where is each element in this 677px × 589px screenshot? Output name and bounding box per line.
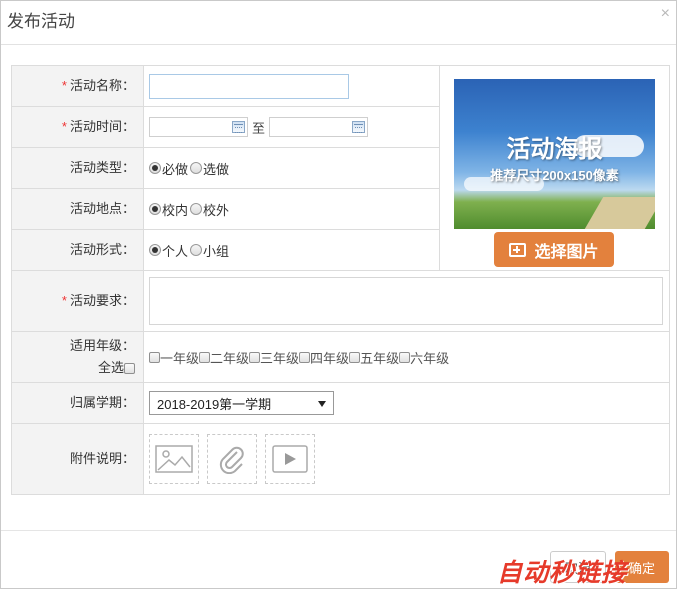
activity-name-input[interactable]	[149, 73, 349, 99]
watermark-text: 自动秒链接	[497, 559, 628, 587]
publish-activity-dialog: 发布活动 × * 活动名称： 活动海报 推荐尺寸200x150像素 选择图片 * 活…	[0, 0, 677, 589]
required-mark: *	[61, 78, 67, 93]
attach-image-button[interactable]	[149, 434, 199, 484]
time-separator: 至	[252, 120, 266, 136]
form-label: 活动形式：	[11, 229, 144, 271]
activity-form: * 活动名称： 活动海报 推荐尺寸200x150像素 选择图片 * 活动时间： 至	[11, 65, 670, 495]
place-outside-radio[interactable]	[190, 203, 203, 215]
place-outside-label: 校外	[203, 202, 230, 218]
type-optional-label: 选做	[203, 161, 230, 177]
grade-option: 六年级	[399, 348, 449, 367]
place-inside-radio[interactable]	[149, 203, 161, 215]
calendar-icon[interactable]	[232, 121, 245, 133]
paperclip-icon	[219, 446, 244, 474]
footer-divider	[1, 530, 676, 531]
term-select-value: 2018-2019第一学期	[157, 396, 272, 412]
type-radio-group: 必做 选做	[149, 159, 231, 178]
select-all-label: 全选	[97, 360, 124, 375]
grade-option: 五年级	[349, 348, 399, 367]
poster-cell: 活动海报 推荐尺寸200x150像素 选择图片	[439, 65, 670, 271]
grade-checkbox[interactable]	[299, 351, 311, 363]
select-all-checkbox[interactable]	[124, 363, 135, 375]
term-label: 归属学期：	[11, 382, 144, 424]
add-image-icon	[509, 242, 527, 257]
type-optional-radio[interactable]	[190, 162, 203, 174]
image-icon	[155, 445, 193, 473]
grade-option: 二年级	[199, 348, 249, 367]
form-group-label: 小组	[203, 243, 230, 259]
grade-checkbox[interactable]	[249, 351, 261, 363]
select-image-button[interactable]: 选择图片	[494, 232, 614, 267]
term-select[interactable]: 2018-2019第一学期	[149, 391, 334, 415]
required-mark: *	[61, 293, 67, 308]
grade-checkbox[interactable]	[149, 351, 160, 363]
close-icon[interactable]: ×	[661, 5, 670, 23]
requirement-label: * 活动要求：	[11, 270, 144, 332]
end-date-input[interactable]	[269, 117, 369, 137]
select-image-label: 选择图片	[534, 243, 599, 261]
chevron-down-icon	[318, 401, 326, 407]
attachment-label: 附件说明：	[11, 423, 144, 495]
type-label: 活动类型：	[11, 147, 144, 189]
poster-subtitle: 推荐尺寸200x150像素	[490, 168, 619, 183]
grade-option: 一年级	[149, 348, 199, 367]
name-label: * 活动名称：	[11, 65, 144, 107]
time-label: * 活动时间：	[11, 106, 144, 148]
form-individual-label: 个人	[162, 243, 189, 259]
video-play-icon	[272, 445, 308, 473]
type-required-label: 必做	[162, 161, 189, 177]
requirement-textarea[interactable]	[149, 277, 663, 325]
form-individual-radio[interactable]	[149, 244, 161, 256]
grade-checkbox[interactable]	[399, 351, 411, 363]
poster-title: 活动海报	[506, 136, 603, 163]
grade-option: 四年级	[299, 348, 349, 367]
grade-option: 三年级	[249, 348, 299, 367]
form-group-radio[interactable]	[190, 244, 203, 256]
type-required-radio[interactable]	[149, 162, 161, 174]
place-radio-group: 校内 校外	[149, 200, 231, 219]
poster-image: 活动海报 推荐尺寸200x150像素	[454, 79, 655, 229]
attach-file-button[interactable]	[207, 434, 257, 484]
grade-checkbox[interactable]	[349, 351, 361, 363]
grade-checkbox[interactable]	[199, 351, 211, 363]
dialog-title: 发布活动	[7, 12, 75, 31]
select-all-row: 全选	[12, 357, 135, 379]
place-inside-label: 校内	[162, 202, 189, 218]
dialog-titlebar: 发布活动 ×	[1, 1, 676, 45]
grade-label-cell: 适用年级： 全选	[11, 331, 144, 383]
attach-video-button[interactable]	[265, 434, 315, 484]
required-mark: *	[61, 119, 67, 134]
form-radio-group: 个人 小组	[149, 241, 231, 260]
grade-label: 适用年级：	[69, 338, 135, 353]
start-date-input[interactable]	[149, 117, 248, 137]
calendar-icon[interactable]	[352, 121, 366, 133]
place-label: 活动地点：	[11, 188, 144, 230]
